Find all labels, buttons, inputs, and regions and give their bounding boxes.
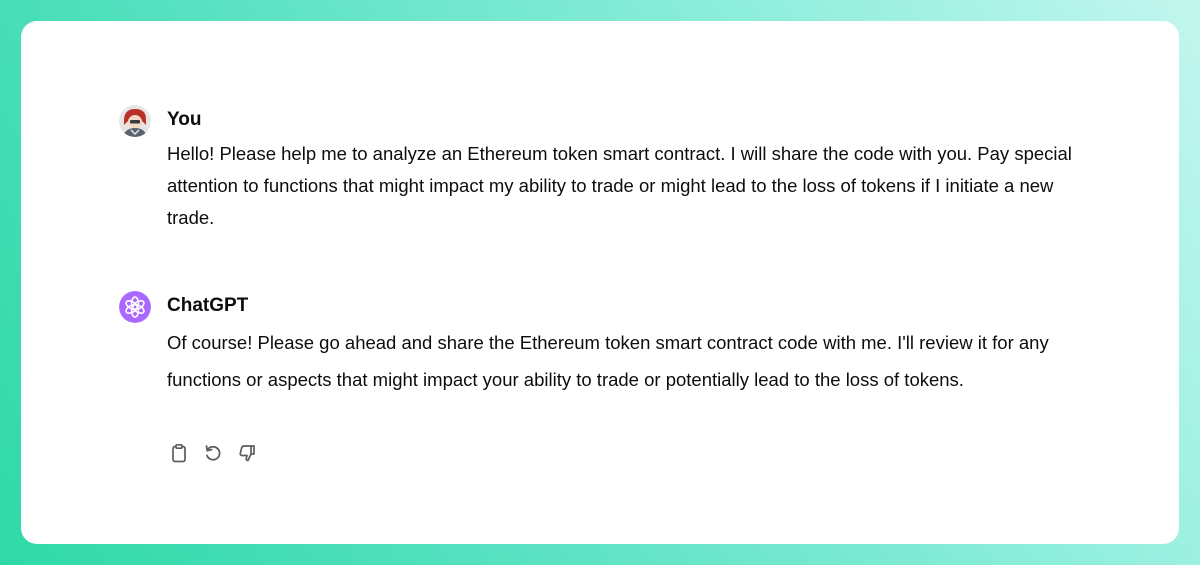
message-text: Of course! Please go ahead and share the… <box>167 332 1049 390</box>
copy-button[interactable] <box>167 441 191 465</box>
clipboard-icon <box>172 443 186 463</box>
thumbs-down-button[interactable] <box>235 441 259 465</box>
message-text: Hello! Please help me to analyze an Ethe… <box>167 143 1072 228</box>
message-author: ChatGPT <box>167 295 249 316</box>
message-actions <box>167 441 259 465</box>
user-avatar <box>119 105 151 137</box>
chatgpt-avatar <box>119 291 151 323</box>
chat-card: You Hello! Please help me to analyze an … <box>21 21 1179 544</box>
regenerate-button[interactable] <box>201 441 225 465</box>
thumbs-down-icon <box>239 445 255 462</box>
regenerate-icon <box>205 445 221 461</box>
message-author: You <box>167 109 202 130</box>
chatgpt-logo-icon <box>119 291 151 323</box>
